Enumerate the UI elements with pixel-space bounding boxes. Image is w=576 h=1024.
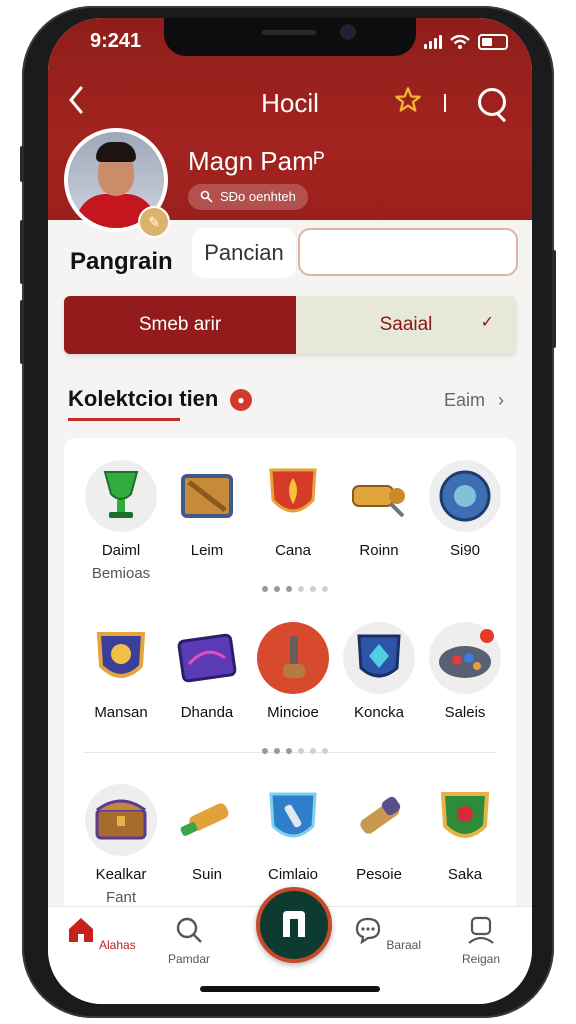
nav-search[interactable]: Pamdar	[154, 915, 224, 966]
signal-icon	[424, 35, 442, 49]
collection-item[interactable]: Suin	[162, 784, 252, 883]
edit-avatar-button[interactable]: ✎	[138, 206, 170, 238]
nav-search-label: Pamdar	[167, 952, 211, 966]
battery-icon	[478, 34, 508, 50]
collection-item[interactable]: Pesoie	[334, 784, 424, 883]
wifi-icon	[450, 35, 470, 49]
profile-badge-text: SÐo oenhteh	[220, 189, 296, 204]
top-nav: Hocil	[48, 84, 532, 124]
collection-item[interactable]: Cimlaio	[248, 784, 338, 883]
page-title: Hocil	[261, 88, 319, 118]
collection-item[interactable]: Cana	[248, 460, 338, 559]
field-label: Pancian	[192, 228, 296, 278]
username: Pangrain	[70, 248, 173, 275]
golden-cannon-icon	[343, 460, 415, 532]
pencil-icon: ✎	[148, 214, 160, 230]
gold-crest-icon	[85, 622, 157, 694]
collection-item[interactable]: Dhanda	[162, 622, 252, 721]
front-camera	[342, 26, 354, 38]
nav-home[interactable]: Alahas	[66, 915, 136, 952]
treasure-chest-icon	[85, 784, 157, 856]
profile-icon	[468, 916, 494, 944]
green-chalice-icon	[85, 460, 157, 532]
search-icon[interactable]	[478, 88, 506, 116]
status-time: 9:241	[90, 30, 142, 52]
tab-secondary-label: Saaial	[379, 314, 433, 335]
mute-switch	[20, 146, 24, 182]
tab-primary[interactable]: Smeb arir	[64, 296, 296, 354]
segment-tabs: Smeb arir Saaial ✓	[64, 296, 516, 354]
chat-icon	[355, 917, 381, 945]
tab-primary-label: Smeb arir	[138, 314, 222, 335]
collection-item[interactable]: Koncka	[334, 622, 424, 721]
collection-item[interactable]: Daiml Bemioas	[76, 460, 166, 582]
see-all-link[interactable]: Eaim ›	[444, 390, 504, 411]
row-2-pager	[262, 748, 328, 754]
crystal-emblem-icon	[343, 622, 415, 694]
collection-row-1: Daiml Bemioas Leim Cana Roinn Si90	[64, 460, 516, 590]
search-icon	[176, 917, 202, 943]
collection-item[interactable]: Leim	[162, 460, 252, 559]
collection-item[interactable]: Kealkar Fant	[76, 784, 166, 906]
scroll-icon	[343, 784, 415, 856]
collection-item[interactable]: Roinn	[334, 460, 424, 559]
collection-item[interactable]: Saleis	[420, 622, 510, 721]
collection-item[interactable]: Saka	[420, 784, 510, 883]
section-badge-icon: ●	[230, 389, 252, 411]
nav-home-label: Alahas	[98, 938, 136, 952]
chevron-right-icon: ›	[498, 390, 505, 410]
app-screen: 9:241 Hocil Magn Pamᴾ SÐo oenhteh ✎ Pang…	[48, 18, 532, 1004]
ruby-shield-icon	[429, 784, 501, 856]
center-action-button[interactable]	[256, 887, 332, 963]
nav-profile[interactable]: Reigan	[446, 915, 516, 966]
flame-shield-icon	[257, 460, 329, 532]
wooden-crate-icon	[171, 460, 243, 532]
link-icon	[200, 190, 213, 203]
center-action-icon	[283, 911, 305, 937]
green-bolt-icon	[171, 784, 243, 856]
blue-shield-icon	[257, 784, 329, 856]
chevron-down-icon: ✓	[480, 314, 494, 331]
profile-name: Magn Pamᴾ	[188, 146, 325, 176]
volume-up-button	[20, 220, 24, 284]
profile-text-field[interactable]	[298, 228, 518, 276]
header-divider	[444, 94, 446, 112]
collection-item[interactable]: Mansan	[76, 622, 166, 721]
home-icon	[69, 918, 94, 942]
section-underline	[68, 418, 180, 421]
camera-notch	[164, 18, 416, 56]
gem-plate-icon	[429, 622, 501, 694]
home-indicator	[200, 986, 380, 992]
collection-row-2: Mansan Dhanda Mincioe Koncka Saleis	[64, 622, 516, 752]
nav-chat-label: Baraal	[386, 938, 422, 952]
blue-orb-icon	[429, 460, 501, 532]
collection-card: Daiml Bemioas Leim Cana Roinn Si90 Mansa…	[64, 438, 516, 958]
tab-secondary[interactable]: Saaial ✓	[296, 296, 516, 354]
profile-badge[interactable]: SÐo oenhteh	[188, 184, 308, 210]
hammer-icon	[257, 622, 329, 694]
star-icon	[395, 87, 421, 112]
section-title: Kolektcioı tien	[68, 386, 219, 411]
see-all-label: Eaim	[444, 390, 486, 410]
power-button	[552, 250, 556, 348]
collection-item[interactable]: Mincioe	[248, 622, 338, 721]
status-icons	[424, 34, 508, 50]
favorite-button[interactable]	[394, 86, 422, 121]
collection-item[interactable]: Si90	[420, 460, 510, 559]
speaker-grille	[262, 30, 316, 35]
nav-profile-label: Reigan	[461, 952, 501, 966]
purple-card-icon	[171, 622, 243, 694]
volume-down-button	[20, 300, 24, 364]
nav-chat[interactable]: Baraal	[352, 915, 422, 952]
row-1-pager	[262, 586, 328, 592]
